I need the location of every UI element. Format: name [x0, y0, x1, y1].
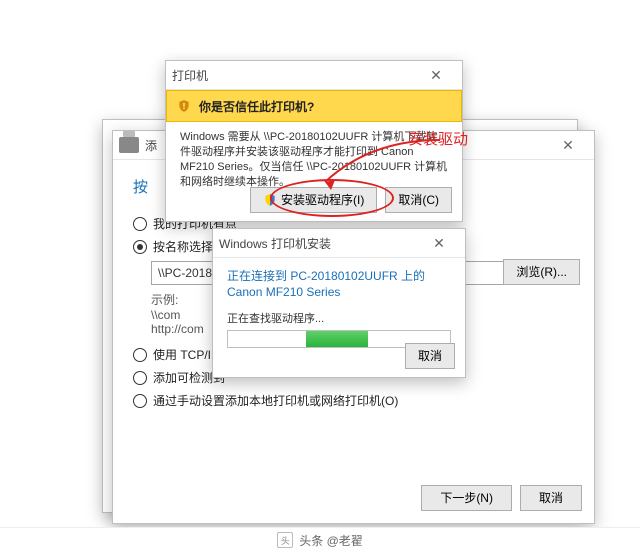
progress-fill — [306, 331, 368, 347]
finding-text: 正在查找驱动程序... — [227, 310, 451, 326]
svg-text:!: ! — [183, 102, 186, 111]
annotation-ellipse — [270, 179, 394, 217]
progress-cancel-button[interactable]: 取消 — [405, 343, 455, 369]
next-button[interactable]: 下一步(N) — [421, 485, 512, 511]
trust-titlebar: 打印机 ✕ — [166, 61, 462, 90]
attribution-bar: 头 头条 @老翟 — [0, 527, 640, 552]
progress-title: Windows 打印机安装 — [219, 235, 331, 252]
close-icon[interactable]: ✕ — [548, 134, 588, 156]
attribution-text: 头条 @老翟 — [299, 532, 363, 549]
annotation-label: 安装驱动 — [408, 128, 468, 149]
browse-button[interactable]: 浏览(R)... — [503, 259, 580, 285]
trust-cancel-button[interactable]: 取消(C) — [385, 187, 452, 213]
trust-title: 打印机 — [172, 67, 208, 84]
connecting-text: 正在连接到 PC-20180102UUFR 上的 Canon MF210 Ser… — [227, 268, 451, 300]
progress-titlebar: Windows 打印机安装 ✕ — [213, 229, 465, 258]
radio-icon — [133, 394, 147, 408]
close-icon[interactable]: ✕ — [416, 64, 456, 86]
radio-icon — [133, 371, 147, 385]
radio-row-manual[interactable]: 通过手动设置添加本地打印机或网络打印机(O) — [133, 392, 574, 409]
radio-icon — [133, 348, 147, 362]
wizard-title: 添 — [145, 137, 157, 154]
radio-label: 通过手动设置添加本地打印机或网络打印机(O) — [153, 392, 398, 409]
close-icon[interactable]: ✕ — [419, 232, 459, 254]
toutiao-logo-icon: 头 — [277, 532, 293, 548]
trust-question: 你是否信任此打印机? — [199, 98, 314, 115]
radio-icon — [133, 217, 147, 231]
radio-icon — [133, 240, 147, 254]
progress-dialog: Windows 打印机安装 ✕ 正在连接到 PC-20180102UUFR 上的… — [212, 228, 466, 378]
trust-banner: ! 你是否信任此打印机? — [166, 90, 462, 122]
shield-warning-icon: ! — [177, 99, 191, 113]
wizard-footer: 下一步(N) 取消 — [421, 485, 582, 511]
share-name-value: \\PC-2018 — [158, 266, 212, 280]
cancel-button[interactable]: 取消 — [520, 485, 582, 511]
printer-icon — [119, 137, 139, 153]
